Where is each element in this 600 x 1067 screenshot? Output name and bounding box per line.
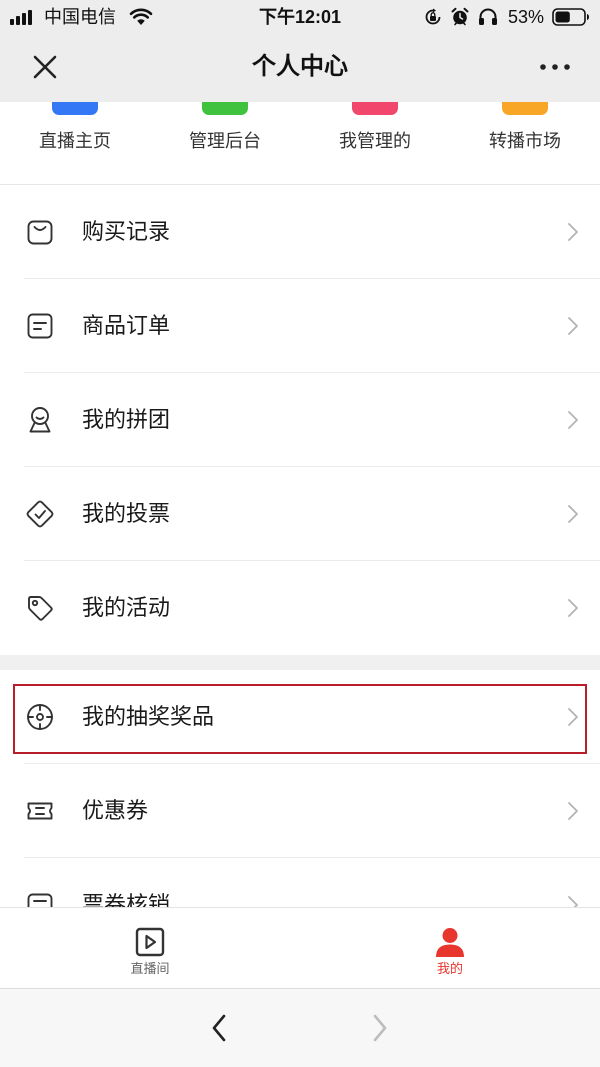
tab-mine[interactable]: 我的 [300,908,600,988]
managed-by-me-icon [352,102,398,115]
quick-item-live-home[interactable]: 直播主页 [0,102,150,184]
battery-percent: 53% [508,7,545,27]
tab-bar: 直播间 我的 [0,907,600,988]
quick-item-label: 我管理的 [339,131,411,151]
quick-item-label: 管理后台 [189,131,261,151]
admin-backend-icon [202,102,248,115]
chevron-right-icon [568,802,578,820]
vote-icon [24,498,56,530]
menu-item-product-orders[interactable]: 商品订单 [0,279,600,373]
tab-label: 我的 [436,961,463,976]
menu-item-purchase-records[interactable]: 购买记录 [0,185,600,279]
section-separator [0,655,600,670]
menu-item-lottery-prizes[interactable]: 我的抽奖奖品 [0,670,600,764]
nav-bar: 个人中心 [0,34,600,102]
order-document-icon [24,310,56,342]
live-home-icon [52,102,98,115]
chevron-right-icon [568,411,578,429]
coupon-icon [24,795,56,827]
browser-toolbar [0,988,600,1067]
quick-item-relay-market[interactable]: 转播市场 [450,102,600,184]
chevron-right-icon [568,708,578,726]
forward-arrow-icon [373,1014,387,1042]
quick-item-managed-by-me[interactable]: 我管理的 [300,102,450,184]
quick-item-admin-backend[interactable]: 管理后台 [150,102,300,184]
ticket-verify-icon [24,889,56,907]
menu-item-label: 优惠券 [82,798,149,823]
menu-item-label: 购买记录 [82,219,171,244]
lottery-target-icon [24,701,56,733]
menu-item-my-votes[interactable]: 我的投票 [0,467,600,561]
menu-item-label: 我的抽奖奖品 [82,704,215,729]
page-title: 个人中心 [252,53,348,80]
more-icon[interactable] [539,63,571,71]
tab-label: 直播间 [130,961,170,976]
menu-item-ticket-verification[interactable]: 票券核销 [0,858,600,907]
back-arrow-icon[interactable] [211,1013,227,1043]
menu-group-1: 购买记录 商品订单 我的拼团 我的投票 我的活动 [0,185,600,655]
chevron-right-icon [568,896,578,907]
quick-access-row: 直播主页 管理后台 我管理的 转播市场 [0,102,600,185]
activity-tag-icon [24,592,56,624]
menu-group-2: 我的抽奖奖品 优惠券 票券核销 [0,670,600,907]
rotation-lock-icon [425,8,441,25]
chevron-right-icon [568,223,578,241]
shopping-bag-icon [24,216,56,248]
relay-market-icon [502,102,548,115]
chevron-right-icon [568,505,578,523]
live-play-icon [135,927,165,957]
headphones-icon [479,8,497,25]
menu-item-label: 我的拼团 [82,407,171,432]
scroll-content[interactable]: 直播主页 管理后台 我管理的 转播市场 购买记录 商品订单 我的拼团 我的投票 … [0,102,600,907]
menu-item-label: 票券核销 [82,892,171,907]
tab-live-room[interactable]: 直播间 [0,908,300,988]
quick-item-label: 直播主页 [39,131,111,151]
menu-item-my-activities[interactable]: 我的活动 [0,561,600,655]
menu-item-label: 我的投票 [82,501,171,526]
menu-item-group-buy[interactable]: 我的拼团 [0,373,600,467]
menu-item-coupons[interactable]: 优惠券 [0,764,600,858]
chevron-right-icon [568,317,578,335]
chevron-right-icon [568,599,578,617]
group-buy-icon [24,404,56,436]
status-bar: 中国电信 下午12:01 53% [0,0,600,34]
battery-icon [552,8,589,26]
quick-item-label: 转播市场 [489,131,561,151]
menu-item-label: 商品订单 [82,313,171,338]
user-icon [436,928,464,957]
menu-item-label: 我的活动 [82,595,171,620]
alarm-icon [451,7,469,26]
